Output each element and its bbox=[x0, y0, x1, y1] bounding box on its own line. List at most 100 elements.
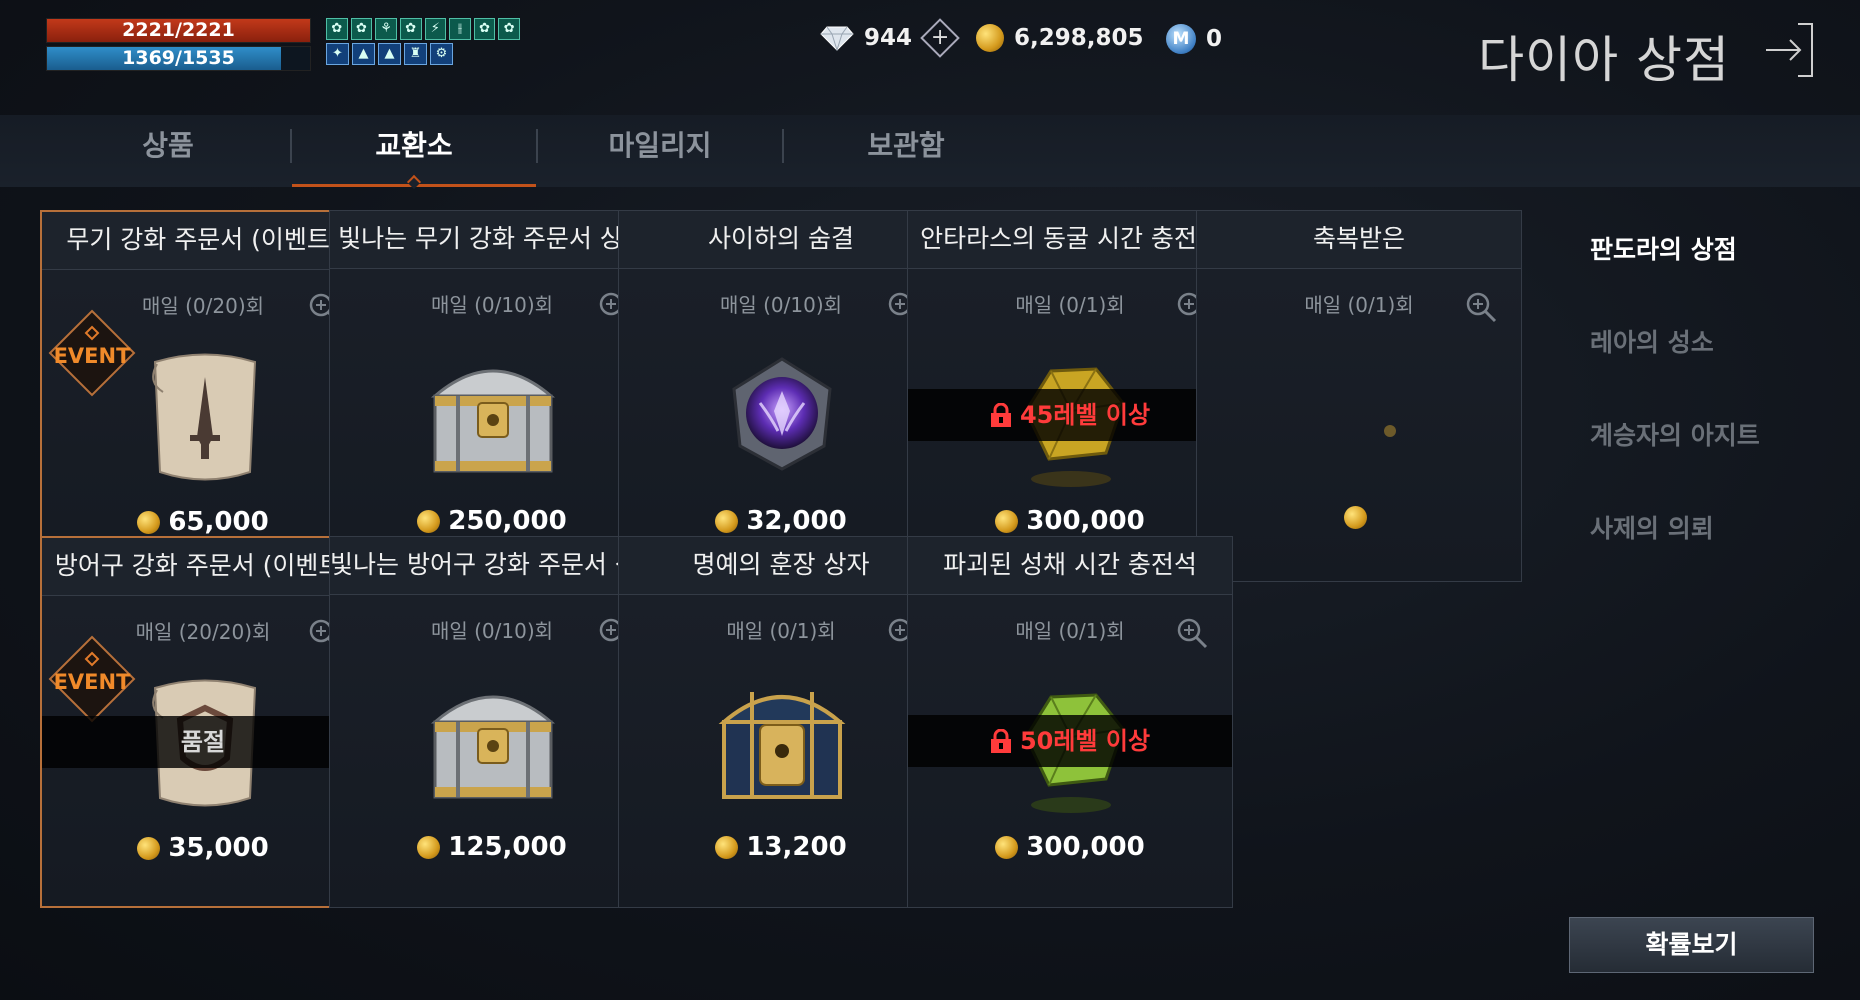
item-price: 300,000 bbox=[908, 506, 1232, 536]
diamond-currency: 944 + bbox=[820, 18, 960, 58]
zoom-in-icon[interactable] bbox=[1465, 291, 1497, 323]
lock-icon bbox=[990, 403, 1011, 427]
price-amount: 300,000 bbox=[1026, 506, 1145, 536]
buff-icon[interactable]: ⚘ bbox=[375, 18, 397, 40]
gold-coin-icon bbox=[976, 24, 1004, 52]
item-price: 65,000 bbox=[42, 507, 364, 537]
item-name: 무기 강화 주문서 (이벤트) bbox=[42, 212, 364, 270]
mileage-amount: 0 bbox=[1206, 26, 1223, 52]
side-menu-item[interactable]: 사제의 의뢰 bbox=[1590, 509, 1760, 547]
shop-item-card[interactable]: 빛나는 방어구 강화 주문서 상자 매일 (0/10)회 125,000 bbox=[329, 536, 655, 908]
item-name: 빛나는 방어구 강화 주문서 상자 bbox=[330, 537, 654, 595]
shop-item-card[interactable]: 축복받은 매일 (0/1)회 bbox=[1196, 210, 1522, 582]
lock-icon bbox=[990, 729, 1011, 753]
buff-icon[interactable]: ✿ bbox=[498, 18, 520, 40]
buff-icon[interactable]: ✦ bbox=[326, 43, 349, 65]
price-amount: 13,200 bbox=[746, 832, 847, 862]
buff-icon[interactable]: ▲ bbox=[378, 43, 401, 65]
gold-coin-icon bbox=[995, 835, 1019, 859]
mileage-coin-icon: M bbox=[1166, 24, 1196, 54]
tab-label: 보관함 bbox=[867, 129, 945, 162]
item-price bbox=[1197, 506, 1521, 529]
zoom-in-icon[interactable] bbox=[1176, 617, 1208, 649]
item-name: 축복받은 bbox=[1197, 211, 1521, 269]
level-requirement: 50레벨 이상 bbox=[1019, 727, 1151, 755]
gold-currency: 6,298,805 bbox=[976, 24, 1144, 52]
gold-coin-icon bbox=[417, 509, 441, 533]
buff-icon[interactable]: ⚙ bbox=[430, 43, 453, 65]
buff-list: ✿ ✿ ⚘ ✿ ⚡ ⫲ ✿ ✿ ✦ ▲ ▲ ♜ ⚙ bbox=[326, 18, 520, 68]
tab-storage[interactable]: 보관함 bbox=[784, 115, 1028, 187]
item-price: 300,000 bbox=[908, 832, 1232, 862]
item-price: 250,000 bbox=[330, 506, 654, 536]
shop-item-card[interactable]: 빛나는 무기 강화 주문서 상자 매일 (0/10)회 250,000 bbox=[329, 210, 655, 582]
active-tab-caret-icon bbox=[406, 174, 422, 190]
item-price: 35,000 bbox=[42, 833, 364, 863]
item-price: 125,000 bbox=[330, 832, 654, 862]
sold-out-banner: 품절 bbox=[42, 716, 364, 768]
tab-products[interactable]: 상품 bbox=[46, 115, 290, 187]
gold-coin-icon bbox=[137, 836, 161, 860]
hp-text: 2221/2221 bbox=[122, 19, 235, 41]
shop-item-card[interactable]: 명예의 훈장 상자 매일 (0/1)회 13,200 bbox=[618, 536, 944, 908]
tab-bar: 상품 교환소 마일리지 보관함 bbox=[0, 115, 1860, 190]
price-amount: 250,000 bbox=[448, 506, 567, 536]
tab-label: 상품 bbox=[142, 129, 194, 162]
buff-icon[interactable]: ⫲ bbox=[449, 18, 471, 40]
gold-coin-icon bbox=[715, 509, 739, 533]
side-menu-item[interactable]: 계승자의 아지트 bbox=[1590, 416, 1760, 454]
buff-icon[interactable]: ▲ bbox=[352, 43, 375, 65]
side-menu: 판도라의 상점레아의 성소계승자의 아지트사제의 의뢰 bbox=[1590, 230, 1760, 602]
buff-icon[interactable]: ✿ bbox=[399, 18, 422, 40]
hp-bar: 2221/2221 bbox=[46, 18, 311, 43]
item-price: 13,200 bbox=[619, 832, 943, 862]
player-status: 2221/2221 1369/1535 bbox=[46, 18, 311, 74]
gold-amount: 6,298,805 bbox=[1014, 25, 1144, 51]
shop-item-card[interactable]: 안타라스의 동굴 시간 충전석 매일 (0/1)회 45레벨 이상 300,000 bbox=[907, 210, 1233, 582]
item-partial-image bbox=[1290, 341, 1430, 491]
event-badge-label: EVENT bbox=[54, 344, 132, 368]
tab-label: 교환소 bbox=[375, 129, 453, 162]
buff-icon[interactable]: ✿ bbox=[326, 18, 348, 40]
mp-bar: 1369/1535 bbox=[46, 46, 311, 71]
buff-icon[interactable]: ♜ bbox=[404, 43, 427, 65]
item-name: 사이하의 숨결 bbox=[619, 211, 943, 269]
shop-item-card[interactable]: 사이하의 숨결 매일 (0/10)회 32,000 bbox=[618, 210, 944, 582]
item-gold-chest-image bbox=[712, 667, 852, 817]
page-title: 다이아 상점 bbox=[1478, 31, 1730, 89]
mp-text: 1369/1535 bbox=[122, 47, 235, 69]
side-menu-item[interactable]: 판도라의 상점 bbox=[1590, 230, 1760, 268]
event-badge-icon: EVENT bbox=[48, 309, 136, 397]
item-purple-gem-image bbox=[712, 341, 852, 491]
item-price: 32,000 bbox=[619, 506, 943, 536]
probability-button[interactable]: 확률보기 bbox=[1569, 917, 1814, 973]
level-requirement: 45레벨 이상 bbox=[1019, 401, 1151, 429]
price-amount: 35,000 bbox=[168, 833, 269, 863]
level-lock-banner: 50레벨 이상 bbox=[908, 715, 1232, 767]
tab-exchange[interactable]: 교환소 bbox=[292, 115, 536, 190]
add-diamond-button[interactable]: + bbox=[920, 18, 960, 58]
side-menu-item[interactable]: 레아의 성소 bbox=[1590, 323, 1760, 361]
buff-icon[interactable]: ⚡ bbox=[424, 18, 447, 40]
diamond-icon bbox=[820, 26, 854, 51]
item-silver-chest-image bbox=[423, 341, 563, 491]
tab-mileage[interactable]: 마일리지 bbox=[538, 115, 782, 187]
gold-coin-icon bbox=[715, 835, 739, 859]
shop-item-card[interactable]: 무기 강화 주문서 (이벤트) 매일 (0/20)회 EVENT 65,000 bbox=[40, 210, 366, 582]
price-amount: 125,000 bbox=[448, 832, 567, 862]
shop-item-card[interactable]: 파괴된 성채 시간 충전석 매일 (0/1)회 50레벨 이상 300,000 bbox=[907, 536, 1233, 908]
exit-icon[interactable] bbox=[1760, 20, 1816, 80]
plus-icon: + bbox=[930, 25, 950, 50]
item-scroll-weapon-image bbox=[135, 342, 275, 492]
diamond-amount: 944 bbox=[864, 25, 913, 51]
shop-item-card[interactable]: 방어구 강화 주문서 (이벤트) 매일 (20/20)회 EVENT 품절 35,000 bbox=[40, 536, 366, 908]
price-amount: 300,000 bbox=[1026, 832, 1145, 862]
gold-coin-icon bbox=[137, 510, 161, 534]
gold-coin-icon bbox=[417, 835, 441, 859]
item-name: 방어구 강화 주문서 (이벤트) bbox=[42, 538, 364, 596]
item-name: 명예의 훈장 상자 bbox=[619, 537, 943, 595]
level-lock-banner: 45레벨 이상 bbox=[908, 389, 1232, 441]
gold-coin-icon bbox=[1343, 506, 1367, 529]
buff-icon[interactable]: ✿ bbox=[473, 18, 496, 40]
buff-icon[interactable]: ✿ bbox=[350, 18, 373, 40]
